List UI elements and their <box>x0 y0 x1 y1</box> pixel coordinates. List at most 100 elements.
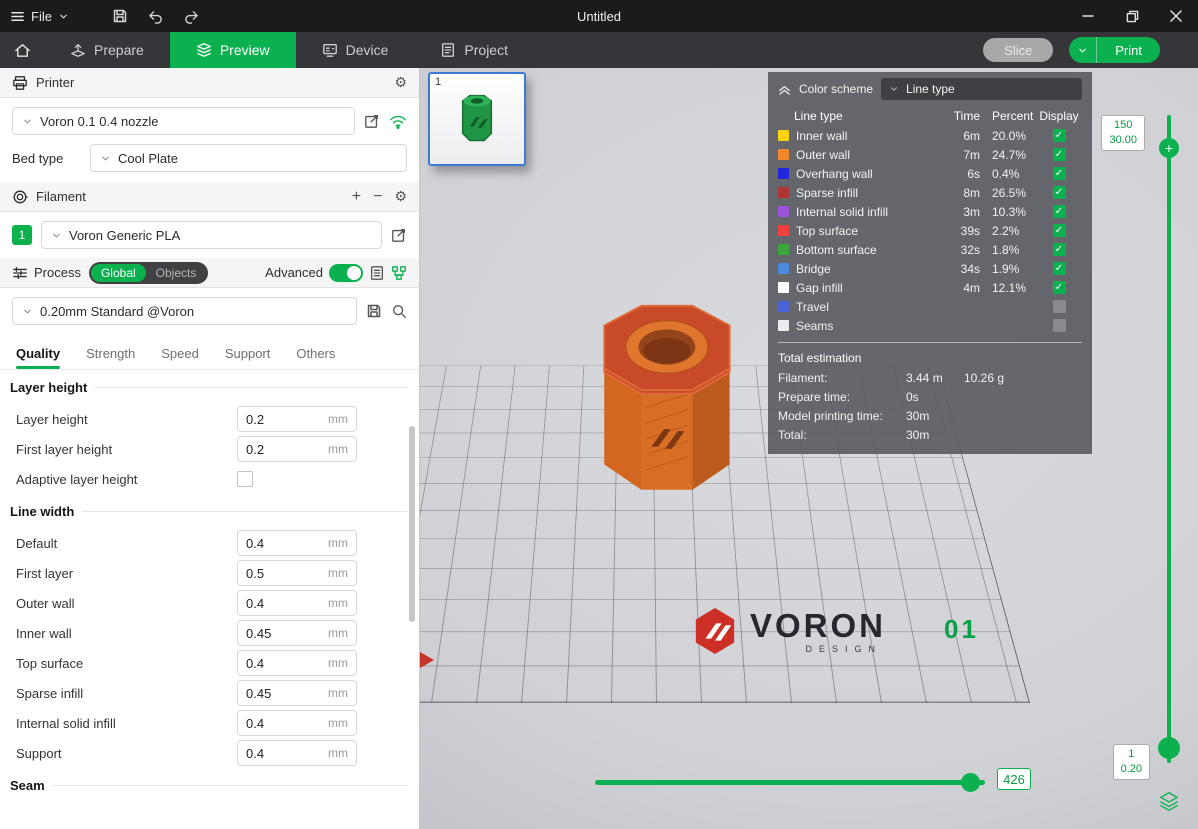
color-scheme-select[interactable]: Line type <box>881 78 1082 100</box>
tab-strength[interactable]: Strength <box>86 346 135 369</box>
total-row: Total:30m <box>778 425 1082 444</box>
home-icon <box>14 42 31 59</box>
display-checkbox[interactable] <box>1053 262 1066 275</box>
maximize-button[interactable] <box>1110 0 1154 32</box>
file-menu-button[interactable]: File <box>0 0 79 32</box>
param-row: Outer wall 0.4mm <box>0 588 419 618</box>
line-width-default-input[interactable]: 0.4mm <box>237 530 357 556</box>
tab-quality[interactable]: Quality <box>16 346 60 369</box>
layer-slider-top-handle[interactable]: + <box>1159 138 1179 158</box>
chevron-down-icon <box>51 230 62 241</box>
minimize-button[interactable] <box>1066 0 1110 32</box>
print-options-button[interactable] <box>1069 37 1097 63</box>
tab-speed[interactable]: Speed <box>161 346 199 369</box>
param-row: Adaptive layer height <box>0 464 419 494</box>
line-width-sparse-infill-input[interactable]: 0.45mm <box>237 680 357 706</box>
move-slider-track[interactable] <box>595 780 985 785</box>
layer-slider-bottom-handle[interactable] <box>1158 737 1180 759</box>
display-checkbox[interactable] <box>1053 129 1066 142</box>
line-width-support-input[interactable]: 0.4mm <box>237 740 357 766</box>
bed-type-select[interactable]: Cool Plate <box>90 144 407 172</box>
app-window: File Untitled <box>0 0 1198 829</box>
line-width-outer-wall-input[interactable]: 0.4mm <box>237 590 357 616</box>
scope-global-option[interactable]: Global <box>91 264 146 282</box>
printer-icon <box>12 75 28 91</box>
display-checkbox[interactable] <box>1053 319 1066 332</box>
sidebar-scrollbar[interactable] <box>409 426 415 622</box>
first-layer-height-input[interactable]: 0.2 mm <box>237 436 357 462</box>
display-checkbox[interactable] <box>1053 281 1066 294</box>
line-type-swatch <box>778 206 789 217</box>
display-checkbox[interactable] <box>1053 148 1066 161</box>
tab-prepare[interactable]: Prepare <box>44 32 170 68</box>
printer-connection-button[interactable] <box>389 114 407 129</box>
add-filament-button[interactable]: + <box>352 188 361 206</box>
edit-printer-button[interactable] <box>364 113 380 129</box>
chevron-down-icon <box>22 116 33 127</box>
tab-support[interactable]: Support <box>225 346 271 369</box>
close-button[interactable] <box>1154 0 1198 32</box>
filament-settings-button[interactable]: ⚙ <box>394 188 407 205</box>
search-params-button[interactable] <box>391 303 407 319</box>
process-preset-select[interactable]: 0.20mm Standard @Voron <box>12 297 357 325</box>
layer-slider-track[interactable] <box>1167 115 1171 763</box>
tab-device[interactable]: Device <box>296 32 415 68</box>
adaptive-layer-height-checkbox[interactable] <box>237 471 253 487</box>
line-width-first-layer-input[interactable]: 0.5mm <box>237 560 357 586</box>
compare-presets-button[interactable] <box>369 265 385 281</box>
legend-header-row: Line type Time Percent Display <box>778 106 1082 126</box>
titlebar: File Untitled <box>0 0 1198 32</box>
move-slider-handle[interactable] <box>961 773 980 792</box>
print-split-button: Print <box>1069 37 1160 63</box>
line-width-top-surface-input[interactable]: 0.4mm <box>237 650 357 676</box>
legend-row: Bottom surface32s1.8% <box>778 240 1082 259</box>
print-button[interactable]: Print <box>1097 43 1160 58</box>
tab-preview[interactable]: Preview <box>170 32 296 68</box>
filament-preset-select[interactable]: Voron Generic PLA <box>41 221 382 249</box>
layers-view-button[interactable] <box>1158 790 1180 817</box>
redo-button[interactable] <box>177 4 207 28</box>
layer-height-input[interactable]: 0.2 mm <box>237 406 357 432</box>
edit-icon <box>364 113 380 129</box>
param-row: Sparse infill 0.45mm <box>0 678 419 708</box>
display-checkbox[interactable] <box>1053 205 1066 218</box>
home-button[interactable] <box>0 32 44 68</box>
plate-thumbnail-index: 1 <box>435 76 441 88</box>
display-checkbox[interactable] <box>1053 300 1066 313</box>
sliced-model-object[interactable] <box>560 300 770 525</box>
slice-button[interactable]: Slice <box>983 38 1053 62</box>
save-preset-button[interactable] <box>366 303 382 319</box>
line-width-internal-solid-infill-input[interactable]: 0.4mm <box>237 710 357 736</box>
display-checkbox[interactable] <box>1053 186 1066 199</box>
save-button[interactable] <box>105 4 135 28</box>
printer-preset-select[interactable]: Voron 0.1 0.4 nozzle <box>12 107 355 135</box>
advanced-toggle[interactable] <box>329 264 363 282</box>
tab-others[interactable]: Others <box>296 346 335 369</box>
line-type-swatch <box>778 149 789 160</box>
display-checkbox[interactable] <box>1053 167 1066 180</box>
edit-filament-button[interactable] <box>391 227 407 243</box>
printer-settings-button[interactable]: ⚙ <box>394 74 407 91</box>
preview-3d-viewport[interactable]: 1 <box>420 68 1198 829</box>
process-tab-bar: Quality Strength Speed Support Others <box>0 334 419 370</box>
plate-thumbnail[interactable]: 1 <box>428 72 526 166</box>
filament-icon <box>12 189 28 205</box>
line-width-inner-wall-input[interactable]: 0.45mm <box>237 620 357 646</box>
prepare-icon <box>70 42 86 58</box>
legend-row: Travel <box>778 297 1082 316</box>
display-checkbox[interactable] <box>1053 243 1066 256</box>
collapse-up-icon <box>778 83 791 96</box>
parameter-tree-button[interactable] <box>391 265 407 281</box>
display-checkbox[interactable] <box>1053 224 1066 237</box>
move-slider[interactable] <box>595 773 985 791</box>
undo-button[interactable] <box>141 4 171 28</box>
plate-front-marker <box>420 652 434 668</box>
line-type-swatch <box>778 225 789 236</box>
search-icon <box>391 303 407 319</box>
scope-objects-option[interactable]: Objects <box>146 264 207 282</box>
tab-project[interactable]: Project <box>414 32 534 68</box>
remove-filament-button[interactable]: − <box>373 188 382 206</box>
collapse-legend-button[interactable] <box>778 83 791 96</box>
chevron-down-icon <box>100 153 111 164</box>
line-type-swatch <box>778 187 789 198</box>
